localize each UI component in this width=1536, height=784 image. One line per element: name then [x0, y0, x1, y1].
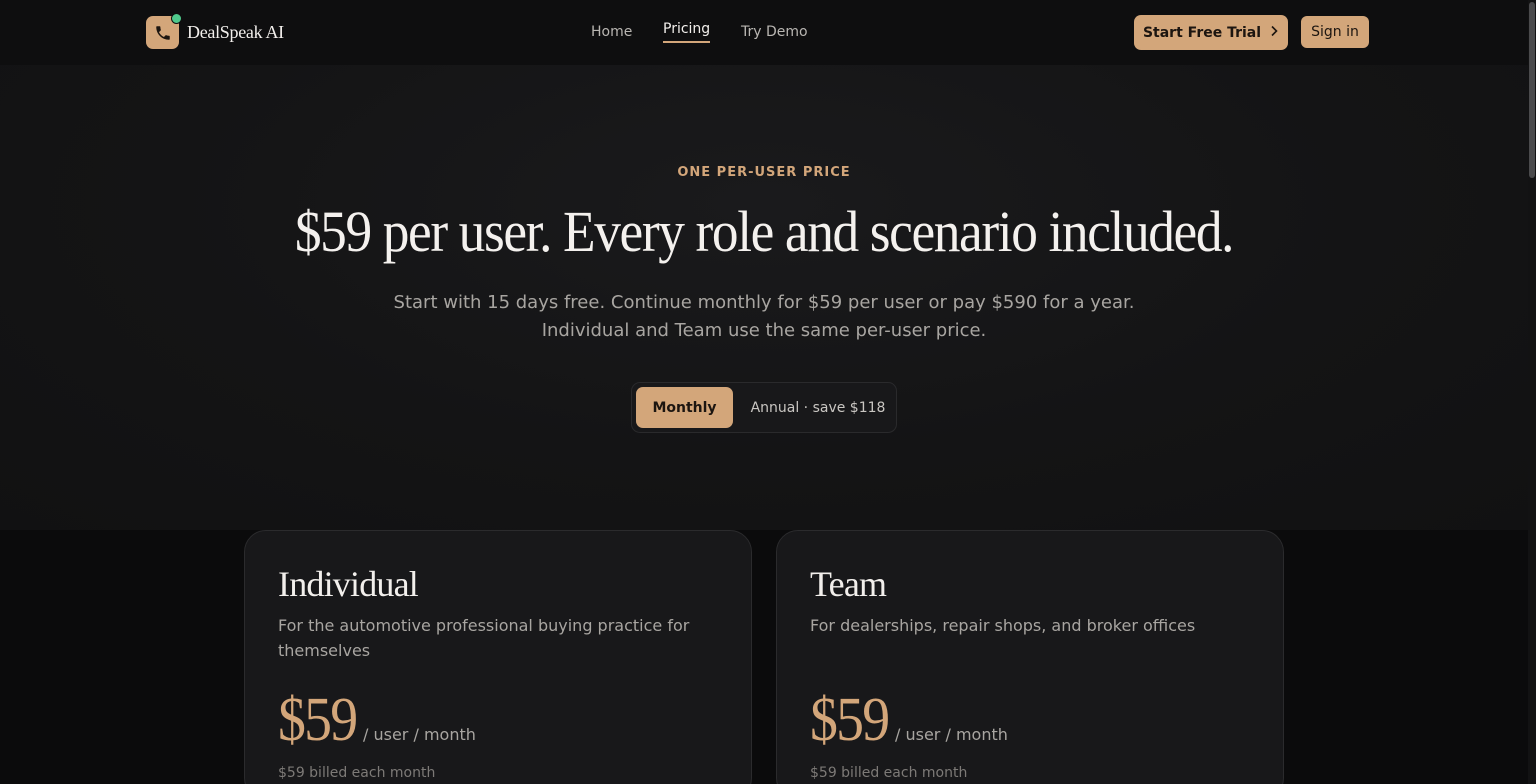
toggle-annual[interactable]: Annual · save $118	[743, 387, 893, 428]
plan-price-unit: / user / month	[895, 725, 1008, 744]
billing-note: $59 billed each month	[810, 765, 968, 781]
billing-note: $59 billed each month	[278, 765, 436, 781]
scrollbar[interactable]	[1528, 0, 1536, 784]
plan-card-team: Team For dealerships, repair shops, and …	[776, 530, 1284, 784]
plan-card-individual: Individual For the automotive profession…	[244, 530, 752, 784]
hero-subtitle-line-2: Individual and Team use the same per-use…	[541, 320, 987, 341]
nav-try-demo[interactable]: Try Demo	[741, 20, 808, 46]
plan-price-unit: / user / month	[363, 725, 476, 744]
logo[interactable]: DealSpeak AI	[146, 13, 284, 49]
nav-home[interactable]: Home	[591, 20, 632, 46]
site-header: DealSpeak AI Home Pricing Try Demo Start…	[0, 0, 1528, 65]
plan-name: Individual	[278, 564, 419, 604]
toggle-monthly[interactable]: Monthly	[636, 387, 733, 428]
online-status-dot	[171, 13, 182, 24]
logo-text: DealSpeak AI	[187, 22, 284, 42]
hero-subtitle-line-1: Start with 15 days free. Continue monthl…	[393, 292, 1135, 313]
hero-section: ONE PER-USER PRICE $59 per user. Every r…	[0, 65, 1528, 530]
start-free-trial-label: Start Free Trial	[1142, 24, 1262, 41]
plan-description: For the automotive professional buying p…	[278, 616, 690, 660]
chevron-right-icon	[1269, 25, 1279, 41]
start-free-trial-button[interactable]: Start Free Trial	[1134, 15, 1288, 50]
eyebrow: ONE PER-USER PRICE	[677, 165, 851, 180]
plan-price: $59	[278, 686, 358, 754]
plan-price: $59	[810, 686, 890, 754]
plan-description: For dealerships, repair shops, and broke…	[810, 616, 1196, 635]
sign-in-button[interactable]: Sign in	[1301, 16, 1369, 48]
plan-name: Team	[810, 564, 887, 604]
billing-period-toggle: Monthly Annual · save $118	[631, 382, 897, 433]
price-row: $59 / user / month	[810, 689, 1008, 751]
phone-icon	[146, 13, 182, 49]
scrollbar-thumb[interactable]	[1529, 2, 1535, 178]
price-row: $59 / user / month	[278, 689, 476, 751]
nav-pricing[interactable]: Pricing	[663, 17, 711, 43]
page-title: $59 per user. Every role and scenario in…	[294, 199, 1235, 264]
